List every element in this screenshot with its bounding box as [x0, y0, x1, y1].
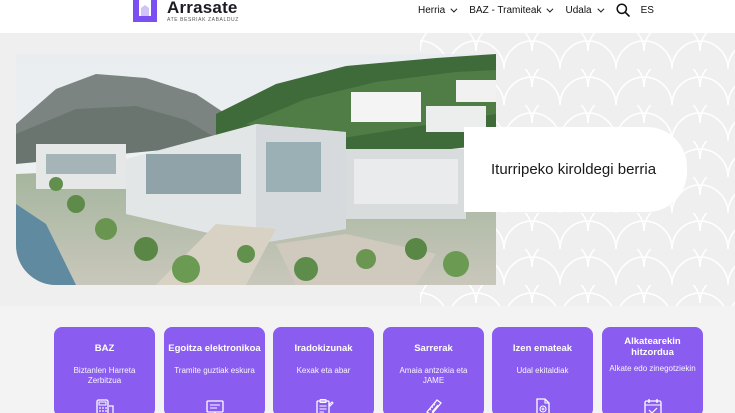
- hero-caption-card[interactable]: Iturripeko kiroldegi berria: [464, 127, 687, 212]
- card-title: Egoitza elektronikoa: [168, 343, 261, 354]
- card-title: Iradokizunak: [294, 343, 353, 354]
- chevron-down-icon: [450, 5, 458, 13]
- card-desc: Tramite guztiak eskura: [174, 366, 255, 375]
- hero-image[interactable]: [16, 54, 496, 285]
- card-desc: Biztanlen Harreta Zerbitzua: [73, 366, 136, 385]
- search-icon[interactable]: [616, 3, 630, 17]
- card-title: Izen emateak: [512, 343, 573, 354]
- document-icon: [535, 398, 550, 413]
- chevron-down-icon: [546, 5, 554, 13]
- hero-title: Iturripeko kiroldegi berria: [491, 161, 657, 178]
- service-cards: BAZ Biztanlen Harreta Zerbitzua Egoitza …: [0, 306, 735, 413]
- card-egoitza-elektronikoa[interactable]: Egoitza elektronikoa Tramite guztiak esk…: [164, 327, 265, 413]
- card-title: Alkatearekin hitzordua: [624, 336, 681, 358]
- nav-item-herria[interactable]: Herria: [418, 4, 458, 16]
- clipboard-icon: [315, 398, 334, 413]
- calendar-icon: [643, 399, 662, 413]
- card-alkatearekin-hitzordua[interactable]: Alkatearekin hitzordua Alkate edo zinego…: [602, 327, 703, 413]
- card-title: Sarrerak: [414, 343, 453, 354]
- card-title: BAZ: [94, 343, 115, 354]
- nav-item-baz-tramiteak[interactable]: BAZ - Tramiteak: [469, 4, 554, 16]
- card-baz[interactable]: BAZ Biztanlen Harreta Zerbitzua: [54, 327, 155, 413]
- computer-icon: [205, 400, 224, 413]
- calculator-icon: [95, 399, 114, 413]
- logo-title: Arrasate: [167, 0, 238, 17]
- chevron-down-icon: [597, 5, 605, 13]
- card-iradokizunak[interactable]: Iradokizunak Kexak eta abar: [273, 327, 374, 413]
- nav-item-label: Udala: [565, 4, 592, 16]
- hero-section: Iturripeko kiroldegi berria: [0, 33, 735, 306]
- ticket-icon: [425, 399, 442, 413]
- card-desc: Alkate edo zinegotziekin: [609, 364, 696, 373]
- site-header: Arrasate ATE BESRIAK ZABALDUZ Herria BAZ…: [0, 0, 735, 33]
- card-desc: Kexak eta abar: [296, 366, 351, 375]
- card-desc: Udal ekitaldiak: [516, 366, 569, 375]
- card-sarrerak[interactable]: Sarrerak Amaia antzokia eta JAME: [383, 327, 484, 413]
- main-nav: Herria BAZ - Tramiteak Udala ES: [418, 3, 654, 17]
- logo-mark-icon: [131, 0, 161, 24]
- language-switch[interactable]: ES: [641, 5, 654, 16]
- card-izen-emateak[interactable]: Izen emateak Udal ekitaldiak: [492, 327, 593, 413]
- site-logo[interactable]: Arrasate ATE BESRIAK ZABALDUZ: [131, 0, 239, 24]
- nav-item-label: Herria: [418, 4, 446, 16]
- nav-item-label: BAZ - Tramiteak: [469, 4, 542, 16]
- logo-subtitle: ATE BESRIAK ZABALDUZ: [167, 17, 239, 23]
- nav-item-udala[interactable]: Udala: [565, 4, 605, 16]
- card-desc: Amaia antzokia eta JAME: [399, 366, 468, 385]
